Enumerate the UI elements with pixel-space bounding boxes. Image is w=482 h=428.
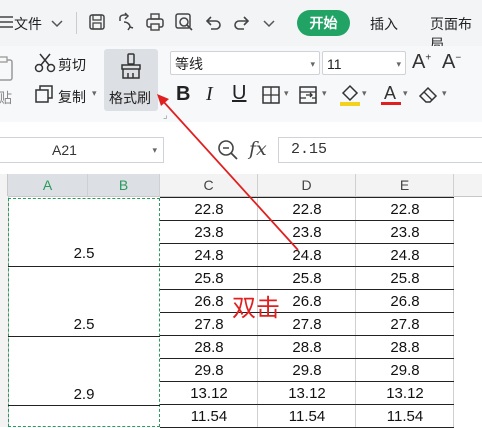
annotation-arrow (157, 94, 299, 251)
